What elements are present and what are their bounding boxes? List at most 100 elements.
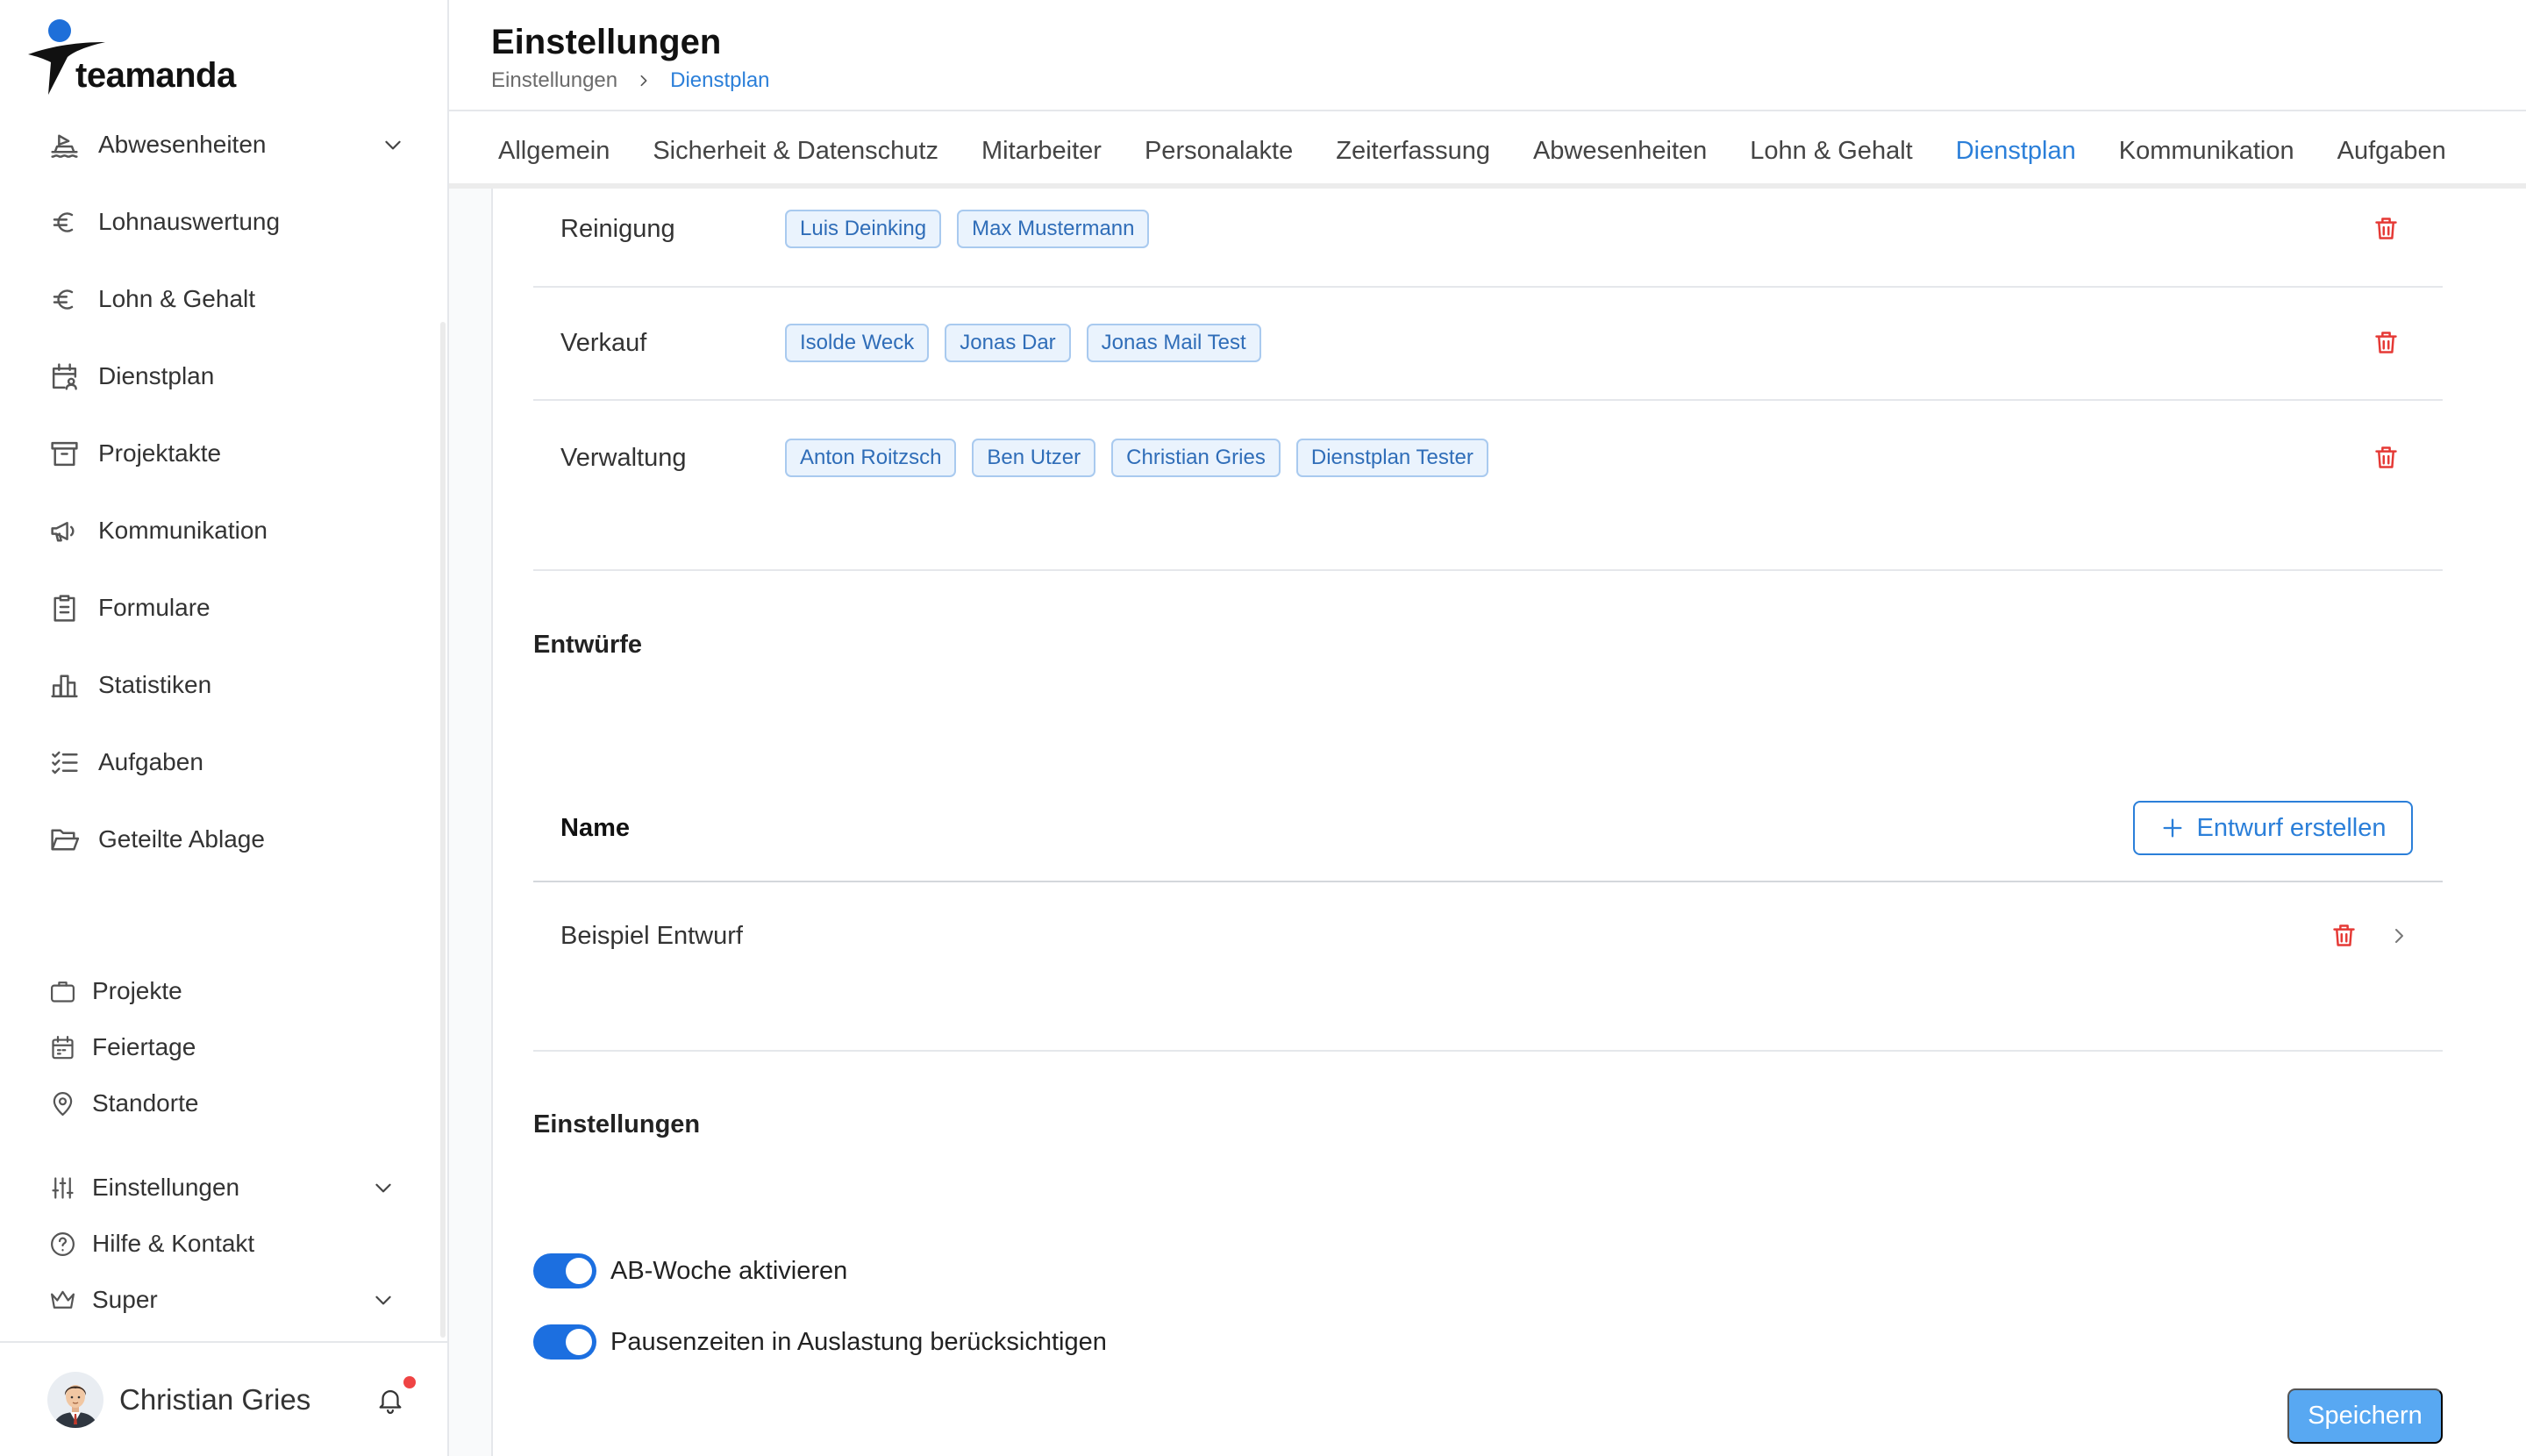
- delete-group-button[interactable]: [2372, 214, 2401, 243]
- group-row: Verwaltung Anton Roitzsch Ben Utzer Chri…: [533, 427, 2443, 489]
- toggle-knob: [566, 1329, 592, 1355]
- member-tag[interactable]: Max Mustermann: [957, 210, 1150, 248]
- primary-nav: Abwesenheiten Lohnauswertung Lohn & Geha…: [0, 106, 439, 878]
- group-row: Verkauf Isolde Weck Jonas Dar Jonas Mail…: [533, 312, 2443, 374]
- tab-dienstplan[interactable]: Dienstplan: [1956, 130, 2076, 166]
- pausenzeiten-toggle[interactable]: [533, 1324, 596, 1360]
- delete-group-button[interactable]: [2372, 328, 2401, 357]
- tab-personalakte[interactable]: Personalakte: [1145, 130, 1293, 166]
- sidebar-item-lohnauswertung[interactable]: Lohnauswertung: [0, 183, 439, 261]
- sidebar-item-formulare[interactable]: Formulare: [0, 569, 439, 646]
- tab-kommunikation[interactable]: Kommunikation: [2119, 130, 2294, 166]
- sidebar-item-label: Kommunikation: [98, 517, 268, 544]
- create-draft-button[interactable]: Entwurf erstellen: [2133, 801, 2413, 855]
- notification-badge: [403, 1376, 416, 1388]
- chevron-right-icon: [637, 74, 651, 88]
- sidebar-item-hilfe-kontakt[interactable]: Hilfe & Kontakt: [0, 1216, 439, 1272]
- toggle-pausenzeiten: Pausenzeiten in Auslastung berücksichtig…: [533, 1324, 1107, 1360]
- group-name: Reinigung: [560, 214, 675, 243]
- briefcase-icon: [48, 977, 77, 1006]
- chevron-right-icon[interactable]: [2388, 925, 2409, 946]
- member-tags: Luis Deinking Max Mustermann: [785, 210, 1150, 248]
- chevron-down-icon[interactable]: [382, 133, 404, 156]
- sidebar-item-label: Formulare: [98, 594, 210, 621]
- member-tag[interactable]: Dienstplan Tester: [1295, 439, 1488, 477]
- sidebar-item-kommunikation[interactable]: Kommunikation: [0, 492, 439, 569]
- toggle-ab-woche: AB-Woche aktivieren: [533, 1253, 847, 1288]
- table-row[interactable]: Beispiel Entwurf: [533, 905, 2443, 967]
- member-tag[interactable]: Anton Roitzsch: [785, 439, 957, 477]
- draft-name: Beispiel Entwurf: [560, 922, 743, 950]
- sidebar-item-feiertage[interactable]: Feiertage: [0, 1019, 439, 1075]
- map-pin-icon: [48, 1089, 77, 1118]
- help-circle-icon: [48, 1230, 77, 1259]
- sliders-icon: [48, 1174, 77, 1203]
- member-tag[interactable]: Luis Deinking: [785, 210, 942, 248]
- sidebar-item-label: Geteilte Ablage: [98, 825, 265, 853]
- sidebar-item-geteilte-ablage[interactable]: Geteilte Ablage: [0, 801, 439, 878]
- archive-icon: [48, 438, 81, 470]
- row-divider: [533, 399, 2443, 401]
- tab-abwesenheiten[interactable]: Abwesenheiten: [1533, 130, 1707, 166]
- breadcrumb-item[interactable]: Einstellungen: [491, 68, 617, 93]
- sidebar-item-statistiken[interactable]: Statistiken: [0, 646, 439, 724]
- sidebar-item-projektakte[interactable]: Projektakte: [0, 415, 439, 492]
- teamanda-logo[interactable]: teamanda: [26, 18, 254, 98]
- sidebar-scrollbar[interactable]: [440, 322, 446, 1338]
- checklist-icon: [48, 746, 81, 779]
- plus-icon: [2160, 816, 2185, 840]
- breadcrumb: Einstellungen Dienstplan: [491, 68, 770, 93]
- member-tag[interactable]: Christian Gries: [1111, 439, 1281, 477]
- megaphone-icon: [48, 515, 81, 547]
- ab-woche-toggle[interactable]: [533, 1253, 596, 1288]
- section-divider: [533, 569, 2443, 571]
- bell-icon[interactable]: [375, 1385, 405, 1415]
- group-row: Reinigung Luis Deinking Max Mustermann: [533, 198, 2443, 260]
- delete-draft-button[interactable]: [2330, 921, 2358, 950]
- member-tag[interactable]: Jonas Dar: [945, 324, 1071, 362]
- table-header-divider: [533, 881, 2443, 882]
- member-tags: Isolde Weck Jonas Dar Jonas Mail Test: [785, 324, 1261, 362]
- toggle-knob: [566, 1258, 592, 1284]
- tab-sicherheit-datenschutz[interactable]: Sicherheit & Datenschutz: [653, 130, 938, 166]
- trash-icon: [2375, 446, 2397, 468]
- member-tag[interactable]: Ben Utzer: [972, 439, 1096, 477]
- delete-group-button[interactable]: [2372, 443, 2401, 472]
- save-button[interactable]: Speichern: [2287, 1388, 2443, 1444]
- tab-zeiterfassung[interactable]: Zeiterfassung: [1336, 130, 1490, 166]
- sidebar-item-label: Hilfe & Kontakt: [92, 1230, 255, 1257]
- tab-allgemein[interactable]: Allgemein: [498, 130, 610, 166]
- sidebar-item-label: Standorte: [92, 1089, 199, 1117]
- chevron-down-icon[interactable]: [372, 1176, 395, 1199]
- calendar-user-icon: [48, 360, 81, 393]
- sidebar-item-label: Projekte: [92, 977, 182, 1004]
- tab-aufgaben[interactable]: Aufgaben: [2337, 130, 2446, 166]
- sidebar-item-aufgaben[interactable]: Aufgaben: [0, 724, 439, 801]
- member-tag[interactable]: Jonas Mail Test: [1086, 324, 1261, 362]
- chevron-down-icon[interactable]: [372, 1288, 395, 1311]
- sidebar-item-lohn-gehalt[interactable]: Lohn & Gehalt: [0, 261, 439, 338]
- sidebar-item-projekte[interactable]: Projekte: [0, 963, 439, 1019]
- tab-lohn-gehalt[interactable]: Lohn & Gehalt: [1750, 130, 1912, 166]
- sidebar-item-label: Statistiken: [98, 671, 212, 698]
- bar-chart-icon: [48, 669, 81, 702]
- member-tag[interactable]: Isolde Weck: [785, 324, 930, 362]
- sidebar-item-einstellungen[interactable]: Einstellungen: [0, 1160, 439, 1216]
- user-profile[interactable]: Christian Gries: [0, 1368, 447, 1431]
- avatar[interactable]: [47, 1372, 103, 1428]
- sidebar-item-label: Einstellungen: [92, 1174, 240, 1201]
- toggle-label: Pausenzeiten in Auslastung berücksichtig…: [610, 1327, 1107, 1356]
- sidebar-item-dienstplan[interactable]: Dienstplan: [0, 338, 439, 415]
- tab-mitarbeiter[interactable]: Mitarbeiter: [981, 130, 1102, 166]
- sidebar-item-label: Projektakte: [98, 439, 222, 467]
- sidebar-item-super[interactable]: Super: [0, 1272, 439, 1328]
- create-draft-label: Entwurf erstellen: [2196, 813, 2387, 842]
- table-header-name: Name: [560, 814, 630, 842]
- sidebar-item-standorte[interactable]: Standorte: [0, 1075, 439, 1131]
- euro-icon: [48, 283, 81, 316]
- sidebar-item-abwesenheiten[interactable]: Abwesenheiten: [0, 106, 439, 183]
- member-tags: Anton Roitzsch Ben Utzer Christian Gries…: [785, 439, 1488, 477]
- user-name: Christian Gries: [119, 1383, 311, 1416]
- page-header: Einstellungen Einstellungen Dienstplan: [449, 0, 2526, 111]
- sidebar-item-label: Dienstplan: [98, 362, 215, 389]
